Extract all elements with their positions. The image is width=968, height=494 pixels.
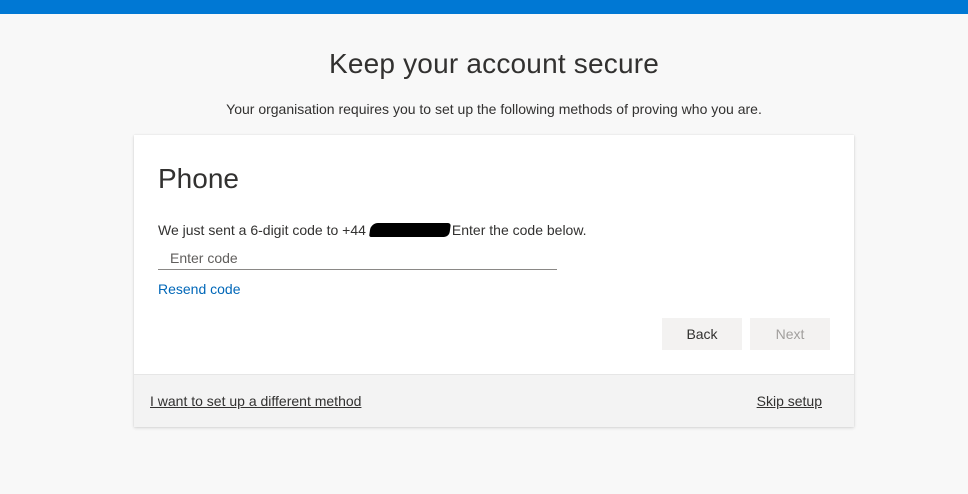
resend-code-link[interactable]: Resend code — [158, 281, 241, 297]
code-sent-suffix: Enter the code below. — [451, 222, 587, 238]
different-method-link[interactable]: I want to set up a different method — [150, 393, 361, 409]
card-body: Phone We just sent a 6-digit code to +44… — [134, 135, 854, 374]
page-title: Keep your account secure — [328, 48, 660, 79]
redacted-phone-number — [368, 223, 451, 237]
back-button[interactable]: Back — [662, 318, 742, 350]
top-accent-bar — [0, 0, 968, 14]
page-subtitle: Your organisation requires you to set up… — [226, 101, 762, 117]
card-footer: I want to set up a different method Skip… — [134, 374, 854, 427]
code-sent-message: We just sent a 6-digit code to +44 Enter… — [158, 222, 587, 238]
skip-setup-link[interactable]: Skip setup — [757, 393, 822, 409]
next-button[interactable]: Next — [750, 318, 830, 350]
code-sent-prefix: We just sent a 6-digit code to +44 — [158, 222, 366, 238]
method-title: Phone — [158, 163, 239, 194]
enter-code-input[interactable] — [158, 246, 557, 270]
setup-card: Phone We just sent a 6-digit code to +44… — [134, 135, 854, 427]
